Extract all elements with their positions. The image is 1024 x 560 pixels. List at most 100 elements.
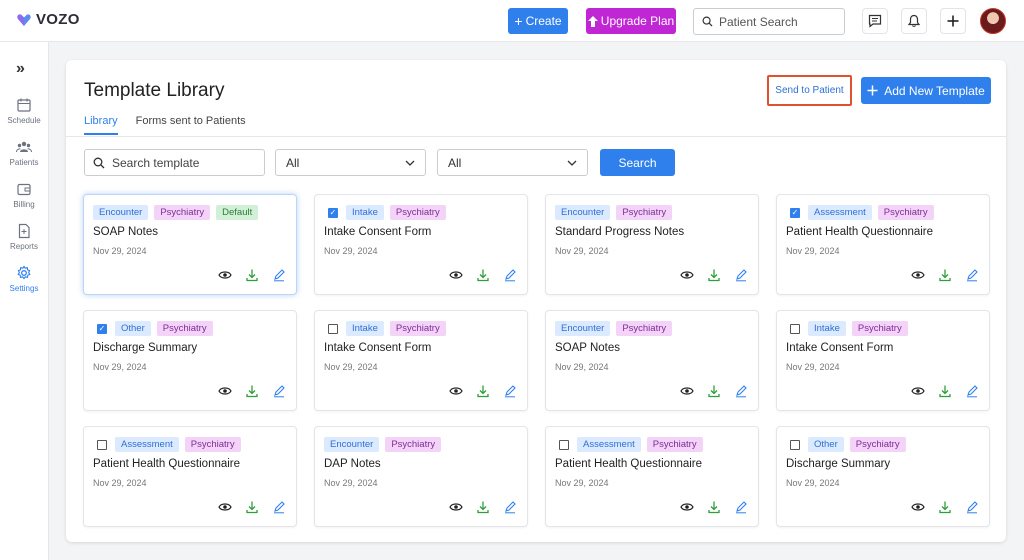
download-icon[interactable] [476, 384, 490, 398]
tag-badge: Other [115, 321, 151, 336]
chat-icon [868, 14, 882, 28]
vozo-logo[interactable]: VOZO [16, 11, 80, 28]
edit-icon[interactable] [503, 384, 517, 398]
view-icon[interactable] [218, 500, 232, 514]
patient-search-placeholder: Patient Search [719, 14, 798, 29]
template-date: Nov 29, 2024 [93, 362, 147, 372]
download-icon[interactable] [476, 268, 490, 282]
tag-badge: Encounter [93, 205, 149, 220]
tag-list: Encounter Psychiatry [324, 437, 442, 452]
expand-sidebar-icon[interactable]: » [16, 60, 25, 78]
tag-badge: Psychiatry [616, 205, 673, 220]
download-icon[interactable] [707, 384, 721, 398]
view-icon[interactable] [911, 384, 925, 398]
download-icon[interactable] [938, 268, 952, 282]
template-card[interactable]: ✓ Intake Psychiatry Intake Consent Form Nov … [314, 194, 528, 295]
select-checkbox[interactable] [790, 323, 800, 334]
tab-forms-sent[interactable]: Forms sent to Patients [136, 115, 246, 135]
notifications-button[interactable] [901, 8, 927, 34]
view-icon[interactable] [911, 500, 925, 514]
select-checkbox[interactable] [790, 439, 800, 450]
select-checkbox[interactable]: ✓ [328, 207, 338, 218]
template-card[interactable]: Other Psychiatry Discharge Summary Nov 29, … [776, 426, 990, 527]
edit-icon[interactable] [272, 500, 286, 514]
edit-icon[interactable] [734, 500, 748, 514]
messages-button[interactable] [862, 8, 888, 34]
view-icon[interactable] [680, 268, 694, 282]
sidebar-item-patients[interactable]: Patients [0, 139, 48, 167]
edit-icon[interactable] [734, 268, 748, 282]
template-search-input[interactable]: Search template [84, 149, 265, 176]
create-button[interactable]: + Create [508, 8, 568, 34]
search-icon [702, 16, 713, 27]
view-icon[interactable] [449, 268, 463, 282]
select-checkbox[interactable]: ✓ [790, 207, 800, 218]
template-card[interactable]: Intake Psychiatry Intake Consent Form Nov 2… [776, 310, 990, 411]
template-card[interactable]: Assessment Psychiatry Patient Health Quest… [83, 426, 297, 527]
add-button[interactable] [940, 8, 966, 34]
send-to-patient-button[interactable]: Send to Patient [767, 75, 852, 106]
template-card[interactable]: Assessment Psychiatry Patient Health Quest… [545, 426, 759, 527]
edit-icon[interactable] [965, 268, 979, 282]
view-icon[interactable] [218, 268, 232, 282]
view-icon[interactable] [680, 384, 694, 398]
tag-badge: Encounter [555, 205, 611, 220]
tag-list: Encounter Psychiatry [555, 321, 673, 336]
template-card[interactable]: ✓ Assessment Psychiatry Patient Health Ques… [776, 194, 990, 295]
edit-icon[interactable] [965, 500, 979, 514]
template-title: DAP Notes [324, 458, 381, 470]
category-select[interactable]: All [275, 149, 426, 176]
select-checkbox[interactable] [97, 439, 107, 450]
tag-list: Encounter Psychiatry Default [93, 205, 259, 220]
download-icon[interactable] [476, 500, 490, 514]
template-date: Nov 29, 2024 [555, 478, 609, 488]
card-actions [911, 500, 979, 514]
template-card[interactable]: Encounter Psychiatry Default SOAP Notes Nov … [83, 194, 297, 295]
tag-list: ✓ Intake Psychiatry [324, 205, 446, 220]
add-new-template-button[interactable]: Add New Template [861, 77, 991, 104]
patient-search-input[interactable]: Patient Search [693, 8, 845, 35]
view-icon[interactable] [911, 268, 925, 282]
template-card[interactable]: Encounter Psychiatry Standard Progress Not… [545, 194, 759, 295]
template-date: Nov 29, 2024 [786, 478, 840, 488]
plus-icon [867, 85, 878, 96]
select-checkbox[interactable]: ✓ [97, 323, 107, 334]
download-icon[interactable] [707, 268, 721, 282]
template-card[interactable]: Encounter Psychiatry DAP Notes Nov 29, 2024 [314, 426, 528, 527]
user-avatar[interactable] [980, 8, 1006, 34]
tab-library[interactable]: Library [84, 115, 118, 135]
specialty-select[interactable]: All [437, 149, 588, 176]
template-card[interactable]: ✓ Other Psychiatry Discharge Summary Nov 29,… [83, 310, 297, 411]
sidebar-item-billing[interactable]: Billing [0, 181, 48, 209]
edit-icon[interactable] [503, 268, 517, 282]
view-icon[interactable] [680, 500, 694, 514]
download-icon[interactable] [707, 500, 721, 514]
edit-icon[interactable] [734, 384, 748, 398]
view-icon[interactable] [449, 500, 463, 514]
edit-icon[interactable] [272, 384, 286, 398]
download-icon[interactable] [245, 268, 259, 282]
download-icon[interactable] [245, 384, 259, 398]
tag-badge: Assessment [115, 437, 179, 452]
template-date: Nov 29, 2024 [324, 246, 378, 256]
download-icon[interactable] [245, 500, 259, 514]
template-card[interactable]: Encounter Psychiatry SOAP Notes Nov 29, 202… [545, 310, 759, 411]
sidebar-item-settings[interactable]: Settings [0, 265, 48, 293]
view-icon[interactable] [449, 384, 463, 398]
download-icon[interactable] [938, 384, 952, 398]
upgrade-plan-button[interactable]: Upgrade Plan [586, 8, 676, 34]
edit-icon[interactable] [272, 268, 286, 282]
view-icon[interactable] [218, 384, 232, 398]
search-button[interactable]: Search [600, 149, 675, 176]
template-date: Nov 29, 2024 [786, 246, 840, 256]
select-checkbox[interactable] [559, 439, 569, 450]
template-card[interactable]: Intake Psychiatry Intake Consent Form Nov 2… [314, 310, 528, 411]
sidebar-item-schedule[interactable]: Schedule [0, 97, 48, 125]
tag-badge: Assessment [808, 205, 872, 220]
edit-icon[interactable] [965, 384, 979, 398]
edit-icon[interactable] [503, 500, 517, 514]
select-checkbox[interactable] [328, 323, 338, 334]
download-icon[interactable] [938, 500, 952, 514]
sidebar-item-reports[interactable]: Reports [0, 223, 48, 251]
card-actions [218, 500, 286, 514]
